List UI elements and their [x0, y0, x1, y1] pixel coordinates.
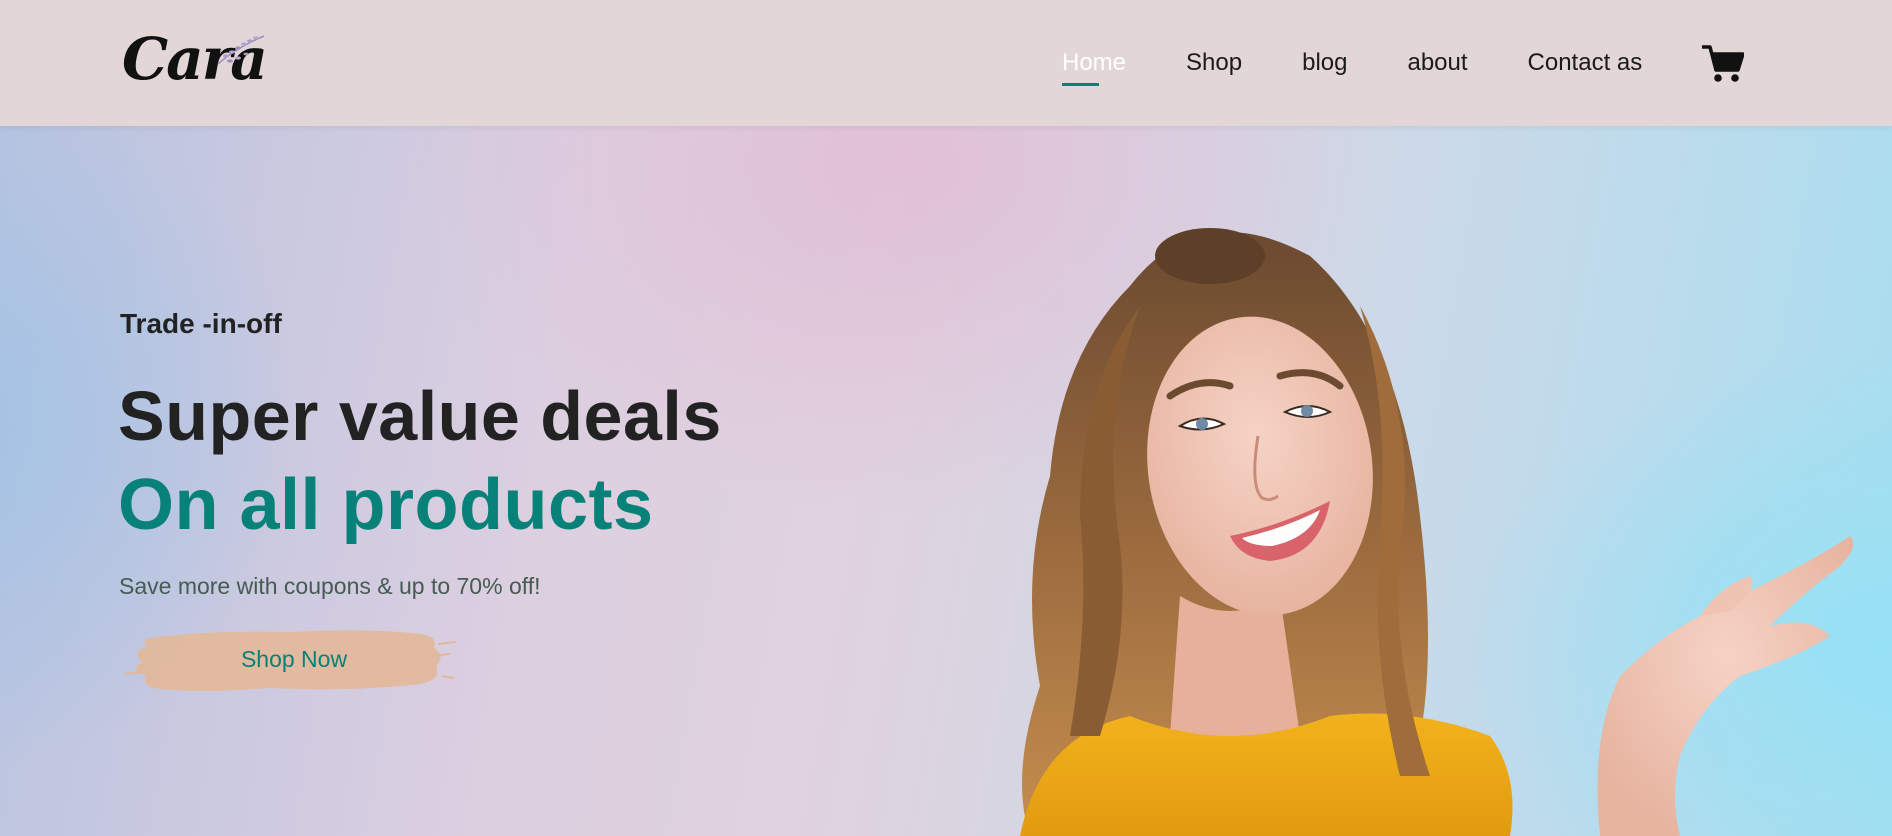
shop-now-label: Shop Now [240, 646, 348, 672]
shop-now-button[interactable]: Shop Now [120, 626, 460, 696]
hero-model-image [1020, 228, 1854, 836]
site-header: Cara Home Shop blog about Contact as [0, 0, 1892, 126]
hero-headline: Super value deals [118, 377, 722, 455]
brand-logo[interactable]: Cara [122, 24, 272, 94]
hero-section: Trade -in-off Super value deals On all p… [0, 126, 1892, 836]
main-nav: Home Shop blog about Contact as [1062, 48, 1702, 86]
hero-subtext: Save more with coupons & up to 70% off! [119, 573, 541, 599]
hero-eyebrow: Trade -in-off [120, 308, 282, 339]
nav-item-about[interactable]: about [1407, 48, 1467, 78]
shopping-cart-icon[interactable] [1702, 44, 1744, 84]
nav-item-blog[interactable]: blog [1302, 48, 1347, 78]
hero-headline-accent: On all products [118, 465, 654, 545]
nav-item-contact[interactable]: Contact as [1528, 48, 1643, 78]
nav-item-home[interactable]: Home [1062, 48, 1126, 86]
lavender-sprig-icon [217, 35, 265, 65]
nav-item-shop[interactable]: Shop [1186, 48, 1242, 78]
